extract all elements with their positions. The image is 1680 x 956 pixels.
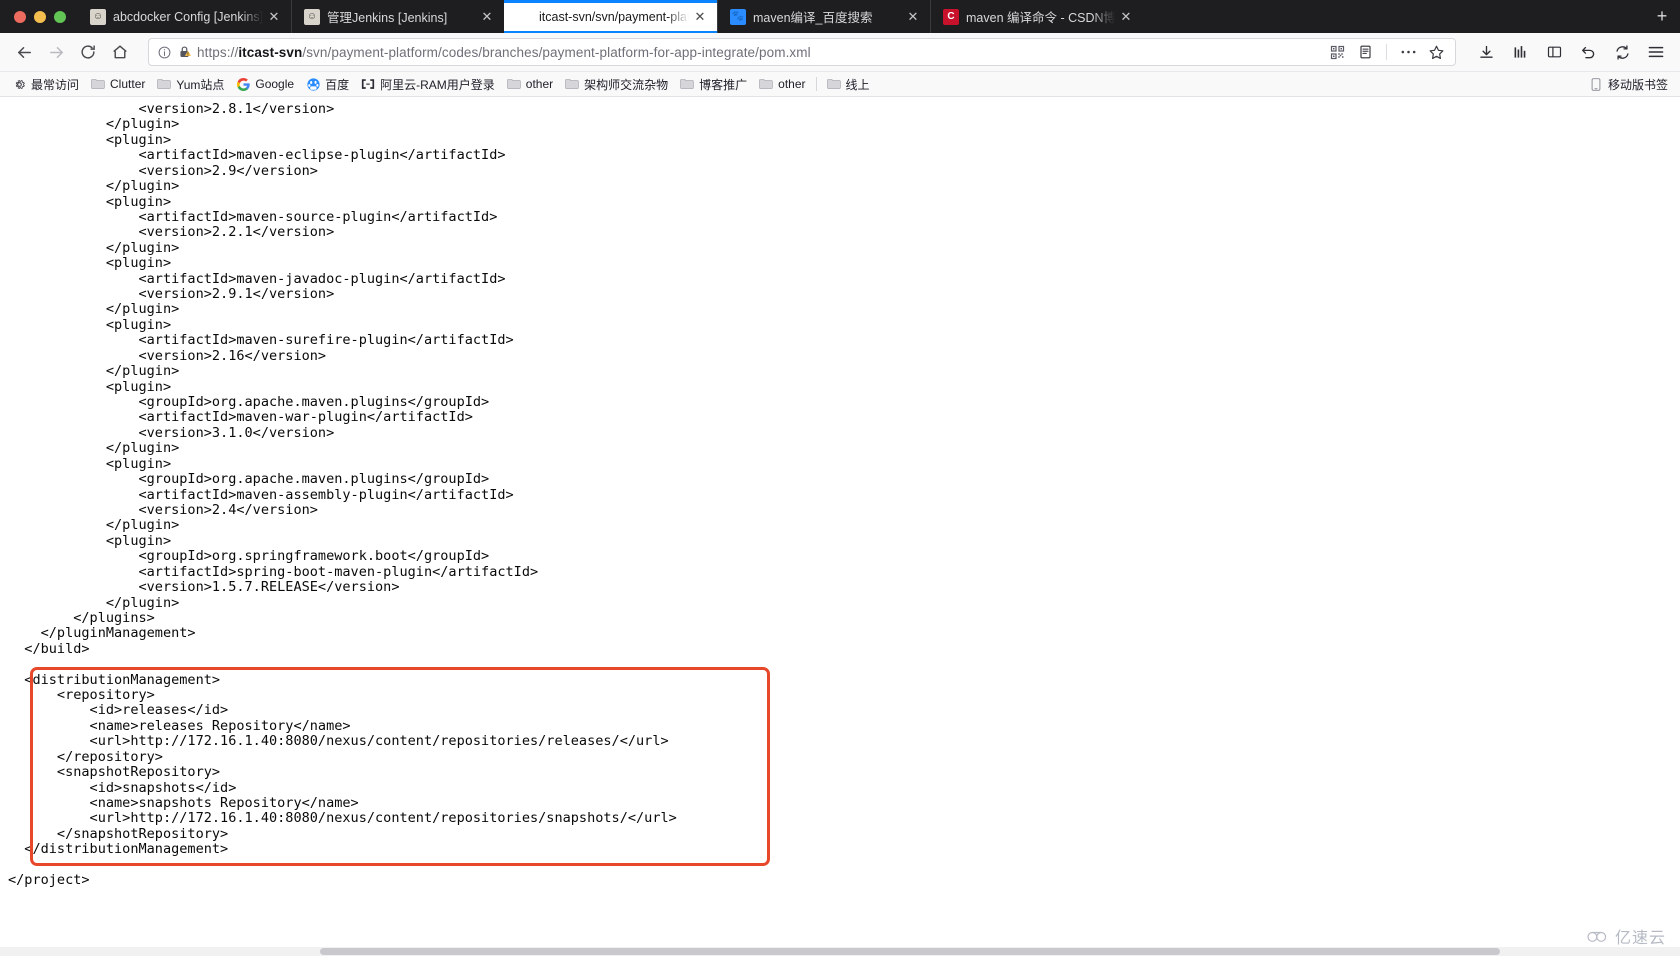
browser-toolbar-actions: [1464, 37, 1672, 67]
bookmark-online[interactable]: 线上: [821, 74, 876, 95]
folder-icon: [506, 77, 521, 91]
url-scheme: https://: [197, 44, 239, 60]
bookmark-other-2[interactable]: other: [753, 75, 811, 93]
mobile-icon: [1589, 77, 1603, 91]
jenkins-icon: ☺: [304, 8, 320, 25]
new-tab-button[interactable]: +: [1644, 0, 1680, 33]
reader-view-icon[interactable]: [1352, 40, 1378, 64]
page-favicon-icon: [516, 9, 532, 25]
browser-tab-4[interactable]: 🐾 maven编译_百度搜索 ✕: [717, 0, 930, 33]
bookmark-label: 架构师交流杂物: [584, 77, 669, 92]
tab-close-icon[interactable]: ✕: [689, 9, 711, 25]
xml-source-code: <version>2.8.1</version> </plugin> <plug…: [8, 101, 677, 889]
downloads-arrow-icon[interactable]: [1470, 37, 1502, 67]
bookmark-architect-group[interactable]: 架构师交流杂物: [559, 74, 674, 95]
more-dots-icon[interactable]: [1395, 40, 1421, 64]
tab-title: 管理Jenkins [Jenkins]: [327, 11, 448, 25]
browser-tab-5[interactable]: C maven 编译命令 - CSDN博客 ✕: [930, 0, 1143, 33]
tab-title: itcast-svn/svn/payment-platform/co: [539, 9, 689, 24]
bookmark-aliyun-ram[interactable]: 阿里云-RAM用户登录: [355, 74, 501, 95]
bookmark-clutter[interactable]: Clutter: [85, 75, 151, 93]
bookmark-label: Google: [255, 77, 295, 91]
window-minimize-button[interactable]: [34, 10, 46, 23]
bookmark-label: 线上: [845, 77, 870, 92]
urlbar-divider: [1386, 44, 1387, 60]
bookmark-label: 移动版书签: [1607, 77, 1668, 92]
sidebar-icon[interactable]: [1538, 37, 1570, 67]
jenkins-icon: ☺: [90, 8, 106, 25]
cloud-icon: [1587, 931, 1607, 942]
bookmark-google[interactable]: Google: [230, 75, 300, 93]
bookmark-most-visited[interactable]: 最常访问: [6, 74, 85, 95]
forward-button[interactable]: [40, 37, 72, 67]
tab-close-icon[interactable]: ✕: [1115, 9, 1137, 25]
horizontal-scrollbar[interactable]: [0, 947, 1680, 956]
bookmark-blog-promotion[interactable]: 博客推广: [674, 74, 753, 95]
bookmark-label: Yum站点: [176, 77, 225, 92]
tab-title: abcdocker Config [Jenkins]: [113, 9, 263, 24]
browser-tab-1[interactable]: ☺ abcdocker Config [Jenkins] ✕: [78, 0, 291, 33]
browser-tab-3-active[interactable]: itcast-svn/svn/payment-platform/co ✕: [504, 0, 717, 33]
bookmark-baidu[interactable]: 百度: [300, 74, 355, 95]
google-icon: [236, 77, 250, 91]
folder-icon: [826, 77, 841, 91]
sync-icon[interactable]: [1606, 37, 1638, 67]
browser-tab-strip: ☺ abcdocker Config [Jenkins] ✕ ☺ 管理Jenki…: [0, 0, 1680, 33]
bookmark-label: other: [778, 77, 806, 91]
reload-button[interactable]: [72, 37, 104, 67]
baidu-icon: 🐾: [730, 8, 746, 25]
aliyun-icon: [361, 77, 375, 91]
undo-icon[interactable]: [1572, 37, 1604, 67]
browser-navigation-bar: https://itcast-svn/svn/payment-platform/…: [0, 33, 1680, 72]
tab-list: ☺ abcdocker Config [Jenkins] ✕ ☺ 管理Jenki…: [78, 0, 1644, 33]
browser-tab-2[interactable]: ☺ 管理Jenkins [Jenkins] ✕: [291, 0, 504, 33]
horizontal-scrollbar-thumb[interactable]: [320, 948, 1500, 955]
lock-warning-icon[interactable]: [177, 44, 192, 60]
urlbar-actions: [1324, 40, 1449, 64]
tab-close-icon[interactable]: ✕: [902, 9, 924, 25]
folder-icon: [565, 77, 579, 91]
tab-close-icon[interactable]: ✕: [476, 9, 498, 25]
bookmark-other-1[interactable]: other: [501, 75, 559, 93]
bookmark-divider: [815, 77, 817, 91]
bookmarks-bar: 最常访问 Clutter Yum站点 Google 百度 阿里云-RAM用户登录…: [0, 72, 1680, 97]
folder-icon: [157, 77, 172, 91]
bookmark-mobile-bookmarks[interactable]: 移动版书签: [1583, 74, 1674, 95]
bookmark-label: 博客推广: [699, 77, 748, 92]
gear-icon: [12, 77, 26, 91]
hamburger-menu-icon[interactable]: [1640, 37, 1672, 67]
csdn-icon: C: [943, 8, 959, 25]
window-zoom-button[interactable]: [54, 10, 66, 23]
home-button[interactable]: [104, 37, 136, 67]
bookmark-yum-site[interactable]: Yum站点: [151, 74, 230, 95]
bookmark-label: 百度: [325, 77, 350, 92]
qr-code-icon[interactable]: [1324, 40, 1350, 64]
window-close-button[interactable]: [14, 10, 26, 23]
folder-icon: [759, 77, 773, 91]
window-traffic-lights: [0, 0, 78, 33]
library-icon[interactable]: [1504, 37, 1536, 67]
bookmark-label: 最常访问: [31, 77, 80, 92]
baidu-icon: [306, 77, 320, 91]
tab-title: maven 编译命令 - CSDN博客: [966, 11, 1115, 25]
bookmark-label: other: [525, 77, 554, 91]
tab-title: maven编译_百度搜索: [753, 11, 873, 25]
folder-icon: [680, 77, 694, 91]
back-button[interactable]: [8, 37, 40, 67]
url-host: itcast-svn: [238, 44, 303, 60]
tab-close-icon[interactable]: ✕: [263, 9, 285, 25]
watermark: 亿速云: [1586, 924, 1666, 948]
star-icon[interactable]: [1423, 40, 1449, 64]
url-path: /svn/payment-platform/codes/branches/pay…: [302, 44, 811, 60]
bookmark-label: 阿里云-RAM用户登录: [380, 77, 495, 92]
watermark-label: 亿速云: [1614, 928, 1666, 947]
bookmark-label: Clutter: [110, 77, 146, 91]
folder-icon: [91, 77, 105, 91]
url-text[interactable]: https://itcast-svn/svn/payment-platform/…: [197, 45, 1324, 60]
info-circle-icon[interactable]: [157, 45, 172, 60]
url-bar[interactable]: https://itcast-svn/svn/payment-platform/…: [148, 38, 1456, 66]
page-content: <version>2.8.1</version> </plugin> <plug…: [0, 97, 1680, 956]
